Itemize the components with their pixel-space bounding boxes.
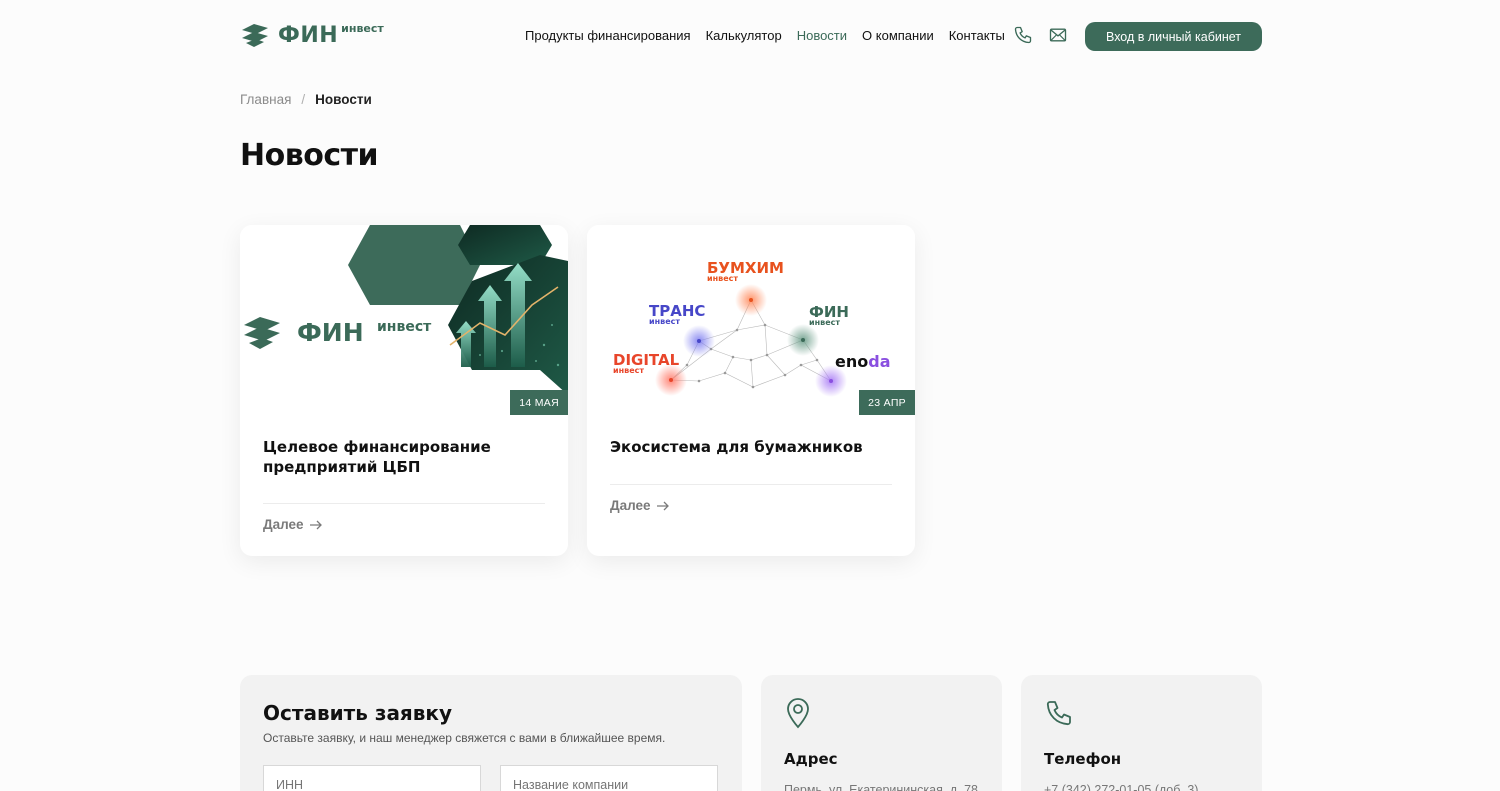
brand-enoda-a: eno	[835, 352, 869, 371]
arrow-right-icon	[309, 520, 322, 529]
news-image-logo-word: ФИН	[297, 318, 364, 347]
breadcrumb-home[interactable]: Главная	[240, 92, 291, 107]
arrow-right-icon	[656, 501, 669, 510]
nav-contacts[interactable]: Контакты	[949, 28, 1005, 43]
mail-icon[interactable]	[1048, 25, 1068, 45]
nav-calculator[interactable]: Калькулятор	[706, 28, 782, 43]
inn-input[interactable]	[263, 765, 481, 791]
phone-panel: Телефон +7 (342) 272-01-05 (доб. 3)	[1021, 675, 1262, 791]
logo-word: ФИН	[278, 23, 339, 48]
read-more-label: Далее	[610, 498, 651, 513]
card-divider	[610, 484, 892, 485]
news-image-ecosystem	[587, 225, 915, 415]
breadcrumb-current: Новости	[315, 92, 372, 107]
brand-bumhim-sub: инвест	[707, 274, 738, 283]
page-title: Новости	[240, 138, 379, 173]
card-divider	[263, 503, 545, 504]
news-image-logo-sup: инвест	[377, 319, 432, 335]
nav-about[interactable]: О компании	[862, 28, 934, 43]
news-title[interactable]: Целевое финансирование предприятий ЦБП	[263, 437, 543, 477]
address-title: Адрес	[784, 750, 838, 768]
read-more-label: Далее	[263, 517, 304, 532]
breadcrumb: Главная / Новости	[240, 92, 372, 107]
request-form-subtitle: Оставьте заявку, и наш менеджер свяжется…	[263, 731, 666, 745]
brand-trans-sub: инвест	[649, 317, 680, 326]
logo[interactable]: ФИН инвест	[240, 22, 384, 48]
request-form-title: Оставить заявку	[263, 701, 453, 725]
nav-products[interactable]: Продукты финансирования	[525, 28, 691, 43]
site-header: ФИН инвест Продукты финансирования Кальк…	[240, 18, 1262, 54]
request-form: Оставить заявку Оставьте заявку, и наш м…	[240, 675, 742, 791]
logo-sup: инвест	[341, 22, 384, 35]
phone-icon	[1046, 701, 1071, 726]
location-pin-icon	[787, 698, 809, 729]
brand-enoda: enoda	[835, 352, 890, 371]
address-panel: Адрес Пермь, ул. Екатерининская, д. 78	[761, 675, 1002, 791]
address-text: Пермь, ул. Екатерининская, д. 78	[784, 783, 978, 791]
brand-enoda-b: da	[868, 352, 891, 371]
main-nav: Продукты финансирования Калькулятор Ново…	[525, 28, 1005, 43]
logo-mark-icon	[242, 23, 268, 47]
company-name-input[interactable]	[500, 765, 718, 791]
read-more-link[interactable]: Далее	[263, 517, 323, 532]
brand-fin-sub: инвест	[809, 318, 840, 327]
breadcrumb-separator: /	[301, 92, 306, 107]
phone-icon[interactable]	[1013, 25, 1033, 45]
news-card[interactable]: БУМХИМ инвест ТРАНС инвест ФИН инвест DI…	[587, 225, 915, 556]
brand-digital-sub: инвест	[613, 366, 644, 375]
date-badge: 23 АПР	[859, 390, 915, 415]
phone-text[interactable]: +7 (342) 272-01-05 (доб. 3)	[1044, 783, 1198, 791]
news-card[interactable]: ФИН инвест 14 МАЯ Целевое финансирование…	[240, 225, 568, 556]
date-badge: 14 МАЯ	[510, 390, 568, 415]
login-button[interactable]: Вход в личный кабинет	[1085, 22, 1262, 51]
phone-title: Телефон	[1044, 750, 1122, 768]
read-more-link[interactable]: Далее	[610, 498, 670, 513]
nav-news[interactable]: Новости	[797, 28, 847, 43]
news-title[interactable]: Экосистема для бумажников	[610, 437, 890, 457]
